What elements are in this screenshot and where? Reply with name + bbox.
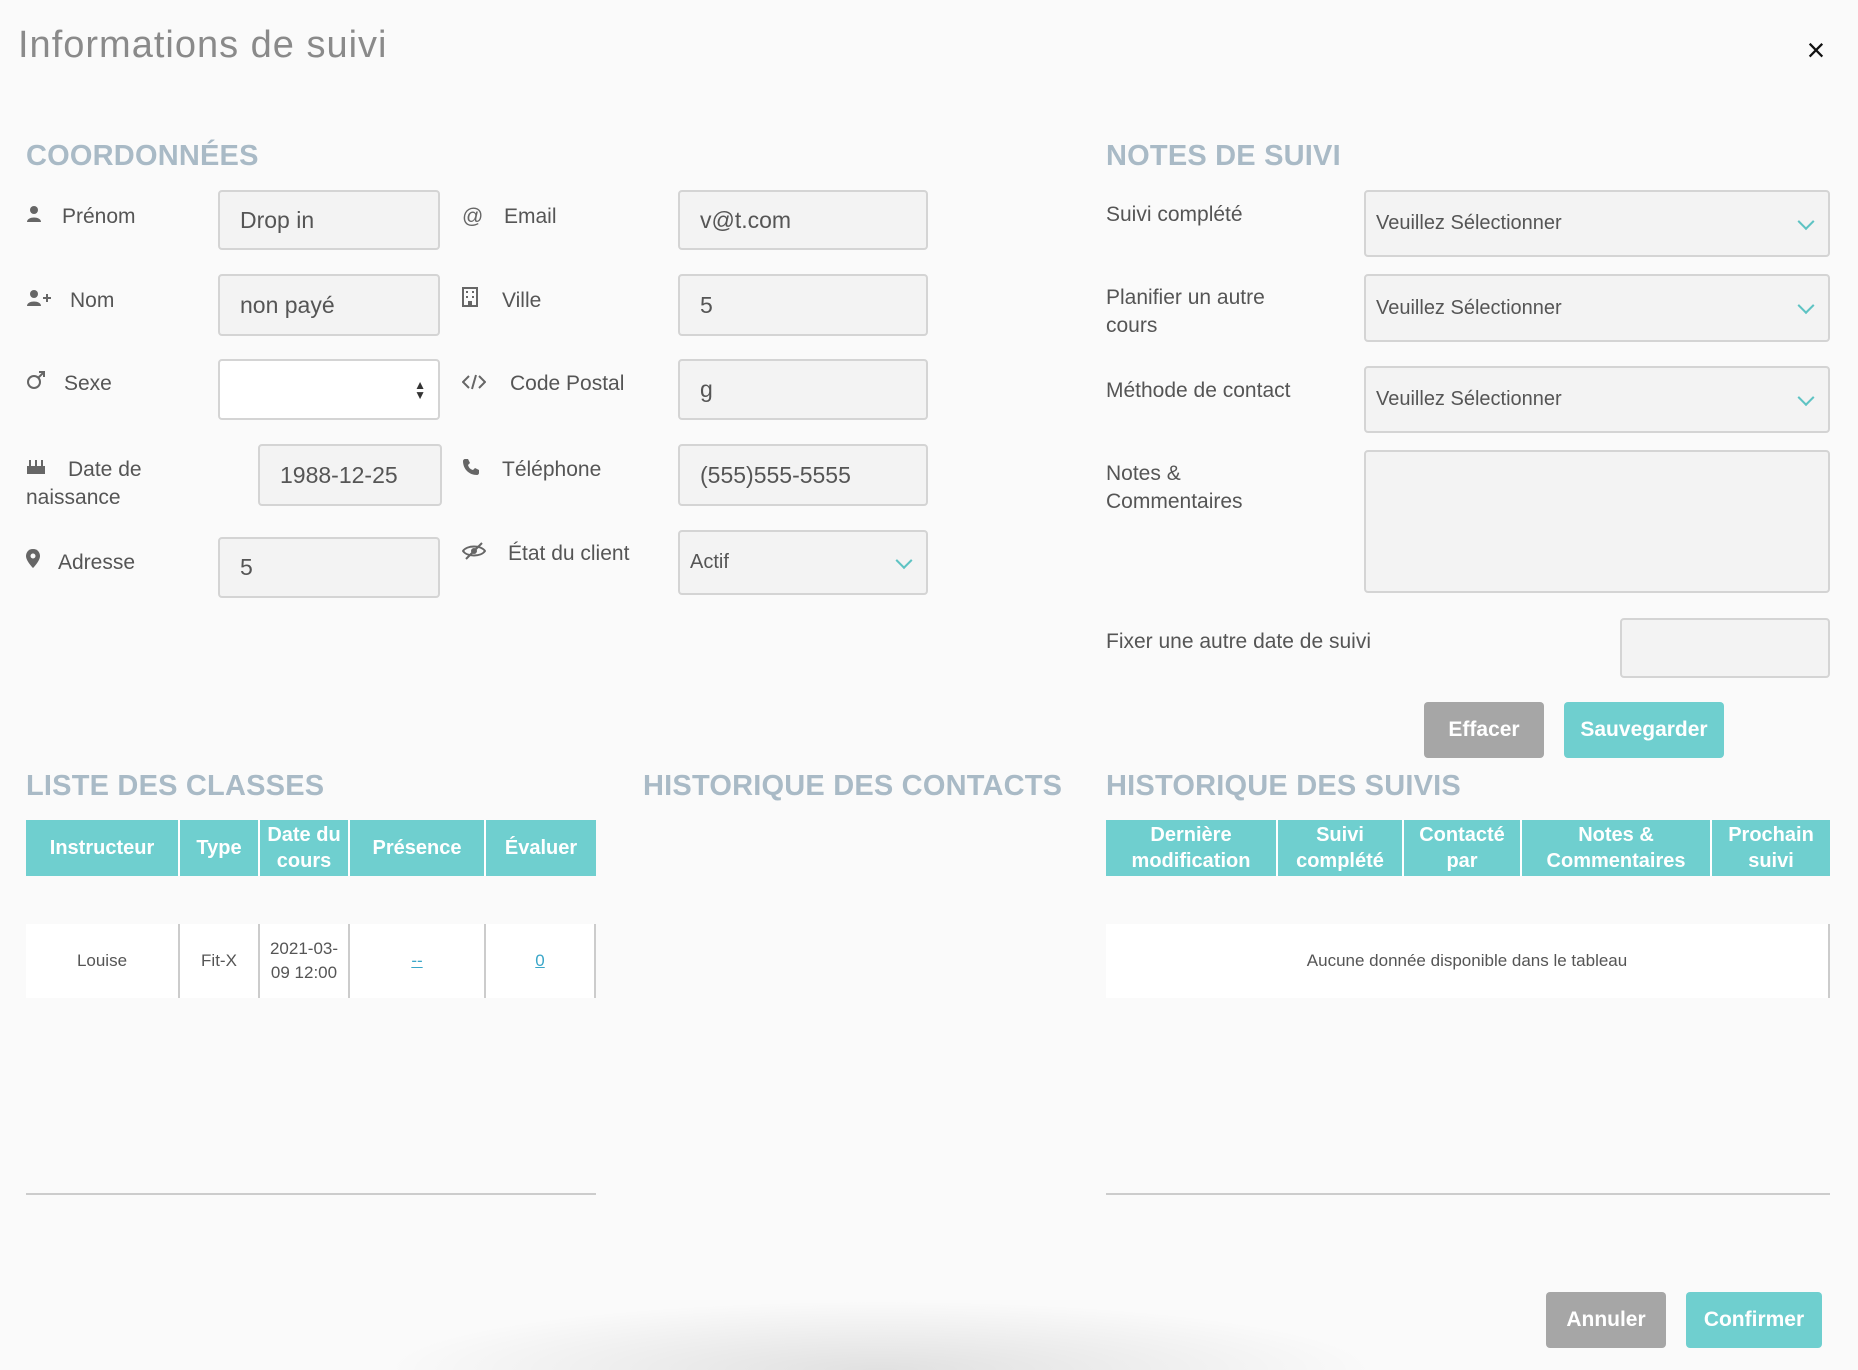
eye-slash-icon xyxy=(461,540,488,568)
suivi-complete-label: Suivi complété xyxy=(1106,203,1243,226)
adresse-label: Adresse xyxy=(26,549,135,577)
th-type[interactable]: Type xyxy=(180,820,260,876)
methode-label: Méthode de contact xyxy=(1106,379,1291,402)
suivis-divider xyxy=(1106,1193,1830,1195)
nom-label: Nom xyxy=(26,287,114,315)
naissance-input[interactable]: 1988-12-25 xyxy=(258,444,442,506)
th-notes-commentaires[interactable]: Notes & Commentaires xyxy=(1522,820,1712,876)
sauvegarder-button[interactable]: Sauvegarder xyxy=(1564,702,1724,758)
th-evaluer[interactable]: Évaluer xyxy=(486,820,596,876)
close-icon[interactable]: × xyxy=(1796,30,1836,70)
td-instructeur: Louise xyxy=(26,924,180,998)
male-icon xyxy=(26,370,52,398)
phone-icon xyxy=(462,456,488,484)
contacts-title: HISTORIQUE DES CONTACTS xyxy=(643,770,1063,802)
th-suivi-complete[interactable]: Suivi complété xyxy=(1278,820,1404,876)
code-icon xyxy=(461,370,488,398)
th-prochain-suivi[interactable]: Prochain suivi xyxy=(1712,820,1830,876)
birthday-cake-icon xyxy=(26,456,52,484)
annuler-button[interactable]: Annuler xyxy=(1546,1292,1666,1348)
confirmer-button[interactable]: Confirmer xyxy=(1686,1292,1822,1348)
nom-input[interactable]: non payé xyxy=(218,274,440,336)
td-date: 2021-03- 09 12:00 xyxy=(260,924,350,998)
email-label: @ Email xyxy=(462,203,557,231)
planifier-select[interactable]: Veuillez Sélectionner xyxy=(1364,274,1830,342)
commentaires-label: Notes & Commentaires xyxy=(1106,462,1243,513)
suivis-title: HISTORIQUE DES SUIVIS xyxy=(1106,770,1461,802)
email-input[interactable]: v@t.com xyxy=(678,190,928,250)
notes-title: NOTES DE SUIVI xyxy=(1106,140,1341,172)
th-instructeur[interactable]: Instructeur xyxy=(26,820,180,876)
effacer-button[interactable]: Effacer xyxy=(1424,702,1544,758)
select-arrows-icon: ▲ ▼ xyxy=(414,377,426,402)
fixer-date-label: Fixer une autre date de suivi xyxy=(1106,630,1371,653)
prenom-input[interactable]: Drop in xyxy=(218,190,440,250)
suivis-table-header: Dernière modification Suivi complété Con… xyxy=(1106,820,1830,876)
classes-table-header: Instructeur Type Date du cours Présence … xyxy=(26,820,596,876)
modal-title: Informations de suivi xyxy=(18,24,388,66)
presence-link[interactable]: -- xyxy=(411,949,422,973)
ville-label: Ville xyxy=(462,287,541,315)
bottom-shadow xyxy=(380,1300,1380,1370)
telephone-label: Téléphone xyxy=(462,456,601,484)
th-derniere-modification[interactable]: Dernière modification xyxy=(1106,820,1278,876)
methode-select[interactable]: Veuillez Sélectionner xyxy=(1364,366,1830,433)
classes-divider xyxy=(26,1193,596,1195)
user-plus-icon xyxy=(26,287,52,315)
map-marker-icon xyxy=(26,549,52,577)
th-contacte-par[interactable]: Contacté par xyxy=(1404,820,1522,876)
suivis-empty-row: Aucune donnée disponible dans le tableau xyxy=(1106,924,1830,998)
commentaires-textarea[interactable] xyxy=(1364,450,1830,593)
user-icon xyxy=(26,203,52,231)
code-postal-input[interactable]: g xyxy=(678,359,928,420)
chevron-down-icon xyxy=(1797,388,1815,406)
chevron-down-icon xyxy=(895,551,913,569)
td-evaluer: 0 xyxy=(486,924,596,998)
telephone-input[interactable]: (555)555-5555 xyxy=(678,444,928,506)
table-row: Louise Fit-X 2021-03- 09 12:00 -- 0 xyxy=(26,924,596,998)
at-icon: @ xyxy=(462,205,484,228)
coordonnees-title: COORDONNÉES xyxy=(26,140,259,172)
code-postal-label: Code Postal xyxy=(461,370,624,398)
th-presence[interactable]: Présence xyxy=(350,820,486,876)
adresse-input[interactable]: 5 xyxy=(218,537,440,598)
td-type: Fit-X xyxy=(180,924,260,998)
chevron-down-icon xyxy=(1797,212,1815,230)
sexe-label: Sexe xyxy=(26,370,112,398)
naissance-label: Date de naissance xyxy=(26,456,142,509)
classes-title: LISTE DES CLASSES xyxy=(26,770,325,802)
td-presence: -- xyxy=(350,924,486,998)
suivi-complete-select[interactable]: Veuillez Sélectionner xyxy=(1364,190,1830,257)
evaluer-link[interactable]: 0 xyxy=(535,949,544,973)
th-date[interactable]: Date du cours xyxy=(260,820,350,876)
etat-select[interactable]: Actif xyxy=(678,530,928,595)
sexe-select[interactable]: ▲ ▼ xyxy=(218,359,440,420)
building-icon xyxy=(462,287,488,315)
etat-label: État du client xyxy=(461,540,629,568)
ville-input[interactable]: 5 xyxy=(678,274,928,336)
chevron-down-icon xyxy=(1797,297,1815,315)
planifier-label: Planifier un autre cours xyxy=(1106,286,1265,337)
prenom-label: Prénom xyxy=(26,203,136,231)
fixer-date-input[interactable] xyxy=(1620,618,1830,678)
